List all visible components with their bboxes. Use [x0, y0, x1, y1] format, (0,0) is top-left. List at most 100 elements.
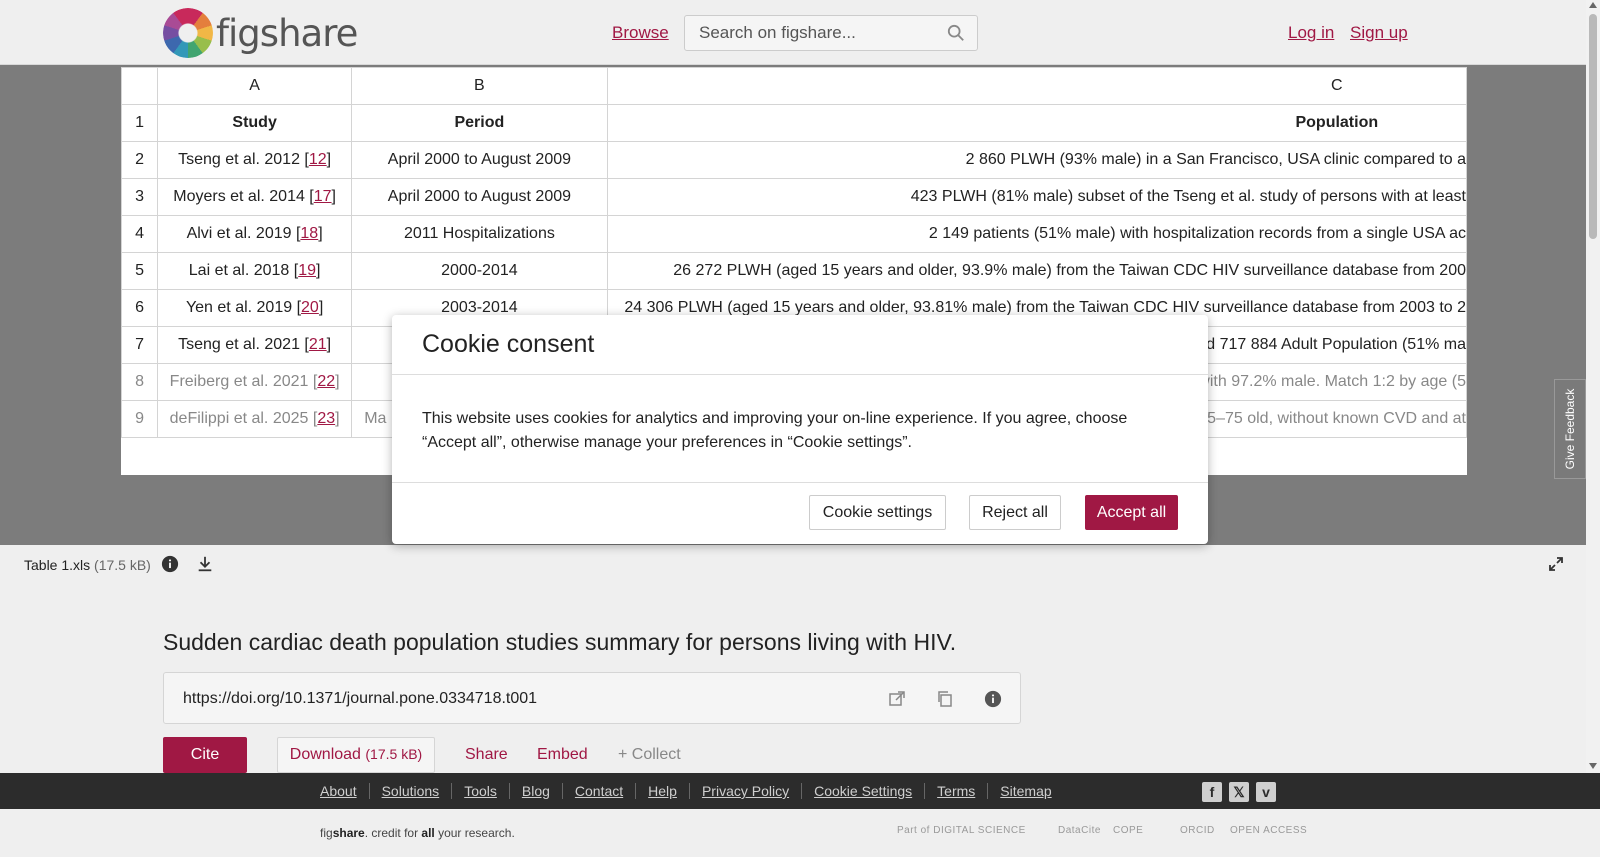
cell-population: 26 272 PLWH (aged 15 years and older, 93…: [606, 252, 1467, 290]
info-icon[interactable]: [161, 555, 179, 573]
table-row: 2 Tseng et al. 2012 [12] April 2000 to A…: [121, 141, 1467, 179]
cell-period-header: Period: [351, 104, 608, 142]
vimeo-icon[interactable]: v: [1256, 782, 1276, 802]
doi-box: https://doi.org/10.1371/journal.pone.033…: [163, 672, 1021, 724]
browse-link[interactable]: Browse: [612, 23, 669, 43]
figshare-logo[interactable]: figshare: [163, 8, 358, 58]
dialog-text: This website uses cookies for analytics …: [422, 410, 1128, 451]
footer-link-about[interactable]: About: [320, 783, 369, 799]
row-number: 8: [121, 363, 159, 401]
download-button[interactable]: Download (17.5 kB): [277, 737, 435, 773]
cell-period: 2000-2014: [351, 252, 608, 290]
table-row: 1 Study Period Population: [121, 104, 1467, 142]
dialog-header: Cookie consent: [392, 315, 1208, 375]
footer-link-solutions[interactable]: Solutions: [368, 783, 452, 799]
orcid-logo[interactable]: ORCID: [1180, 825, 1215, 836]
cell-study: Tseng et al. 2021 [21]: [157, 326, 353, 364]
cell-population-header: Population: [606, 104, 1467, 142]
logo-text: figshare: [216, 11, 358, 55]
download-icon[interactable]: [196, 555, 214, 573]
doi-text: https://doi.org/10.1371/journal.pone.033…: [183, 690, 538, 707]
scroll-up-arrow-icon[interactable]: [1589, 2, 1597, 8]
signup-link[interactable]: Sign up: [1350, 23, 1408, 43]
footer-link-sitemap[interactable]: Sitemap: [987, 783, 1063, 799]
embed-link[interactable]: Embed: [537, 746, 588, 764]
row-number: 9: [121, 400, 159, 438]
search-icon[interactable]: [947, 24, 965, 42]
footer-bottom: figshare. credit for all your research. …: [0, 809, 1600, 857]
footer-link-cookie-settings[interactable]: Cookie Settings: [801, 783, 924, 799]
file-info-bar: Table 1.xls (17.5 kB): [0, 545, 1586, 583]
footer-link-help[interactable]: Help: [635, 783, 689, 799]
cell-study: Moyers et al. 2014 [17]: [157, 178, 353, 216]
reject-all-button[interactable]: Reject all: [969, 495, 1061, 530]
footer-tagline: figshare. credit for all your research.: [320, 826, 515, 840]
row-number: 4: [121, 215, 159, 253]
cell-study: Lai et al. 2018 [19]: [157, 252, 353, 290]
x-twitter-icon[interactable]: 𝕏: [1229, 782, 1249, 802]
cell-study: Alvi et al. 2019 [18]: [157, 215, 353, 253]
row-number: 3: [121, 178, 159, 216]
footer-link-terms[interactable]: Terms: [924, 783, 987, 799]
dialog-title: Cookie consent: [422, 330, 595, 358]
row-number: 1: [121, 104, 159, 142]
accept-all-button[interactable]: Accept all: [1085, 495, 1178, 530]
copy-icon[interactable]: [936, 690, 954, 708]
scroll-down-arrow-icon[interactable]: [1589, 763, 1597, 769]
row-number: 5: [121, 252, 159, 290]
footer-link-contact[interactable]: Contact: [561, 783, 635, 799]
info-icon[interactable]: [984, 690, 1002, 708]
article-title: Sudden cardiac death population studies …: [163, 629, 957, 655]
footer-link-blog[interactable]: Blog: [508, 783, 562, 799]
file-name: Table 1.xls (17.5 kB): [24, 557, 151, 573]
collect-link[interactable]: + Collect: [618, 746, 681, 764]
search-input[interactable]: [685, 16, 935, 50]
reference-link[interactable]: 23: [317, 410, 335, 427]
site-footer: About Solutions Tools Blog Contact Help …: [0, 773, 1600, 857]
column-header-b: B: [351, 67, 608, 105]
dialog-footer: Cookie settings Reject all Accept all: [392, 483, 1208, 543]
article-details: Sudden cardiac death population studies …: [0, 583, 1586, 773]
digital-science-logo[interactable]: Part of DIGITAL SCIENCE: [897, 825, 1026, 836]
cell-period: April 2000 to August 2009: [351, 141, 608, 179]
reference-link[interactable]: 19: [298, 262, 316, 279]
reference-link[interactable]: 18: [300, 225, 318, 242]
external-link-icon[interactable]: [888, 690, 906, 708]
table-row: 4 Alvi et al. 2019 [18] 2011 Hospitaliza…: [121, 215, 1467, 253]
cell-study: Yen et al. 2019 [20]: [157, 289, 353, 327]
cell-period: 2011 Hospitalizations: [351, 215, 608, 253]
reference-link[interactable]: 22: [317, 373, 335, 390]
corner-cell: [121, 67, 159, 105]
cell-study: deFilippi et al. 2025 [23]: [157, 400, 353, 438]
footer-link-tools[interactable]: Tools: [451, 783, 509, 799]
footer-nav: About Solutions Tools Blog Contact Help …: [0, 773, 1600, 809]
open-access-logo[interactable]: OPEN ACCESS: [1230, 825, 1307, 836]
cell-period: April 2000 to August 2009: [351, 178, 608, 216]
column-header-row: A B C: [121, 67, 1467, 105]
table-row: 5 Lai et al. 2018 [19] 2000-2014 26 272 …: [121, 252, 1467, 290]
login-link[interactable]: Log in: [1288, 23, 1334, 43]
row-number: 2: [121, 141, 159, 179]
footer-link-privacy[interactable]: Privacy Policy: [688, 783, 801, 799]
table-row: 3 Moyers et al. 2014 [17] April 2000 to …: [121, 178, 1467, 216]
datacite-logo[interactable]: DataCite: [1058, 825, 1101, 836]
cope-logo[interactable]: COPE: [1113, 825, 1143, 836]
page-scrollbar[interactable]: [1586, 0, 1600, 773]
cite-button[interactable]: Cite: [163, 737, 247, 773]
give-feedback-tab[interactable]: Give Feedback: [1554, 379, 1586, 479]
reference-link[interactable]: 20: [301, 299, 319, 316]
figshare-logo-icon: [163, 8, 213, 58]
reference-link[interactable]: 17: [314, 188, 332, 205]
cell-study: Freiberg et al. 2021 [22]: [157, 363, 353, 401]
reference-link[interactable]: 21: [309, 336, 327, 353]
share-link[interactable]: Share: [465, 746, 508, 764]
row-number: 7: [121, 326, 159, 364]
cookie-settings-button[interactable]: Cookie settings: [809, 495, 946, 530]
reference-link[interactable]: 12: [309, 151, 327, 168]
dialog-body: This website uses cookies for analytics …: [392, 375, 1208, 483]
facebook-icon[interactable]: f: [1202, 782, 1222, 802]
site-header: figshare Browse Log in Sign up: [0, 0, 1586, 65]
scroll-thumb[interactable]: [1589, 14, 1597, 239]
cell-population: 2 860 PLWH (93% male) in a San Francisco…: [606, 141, 1467, 179]
fullscreen-icon[interactable]: [1548, 556, 1564, 572]
